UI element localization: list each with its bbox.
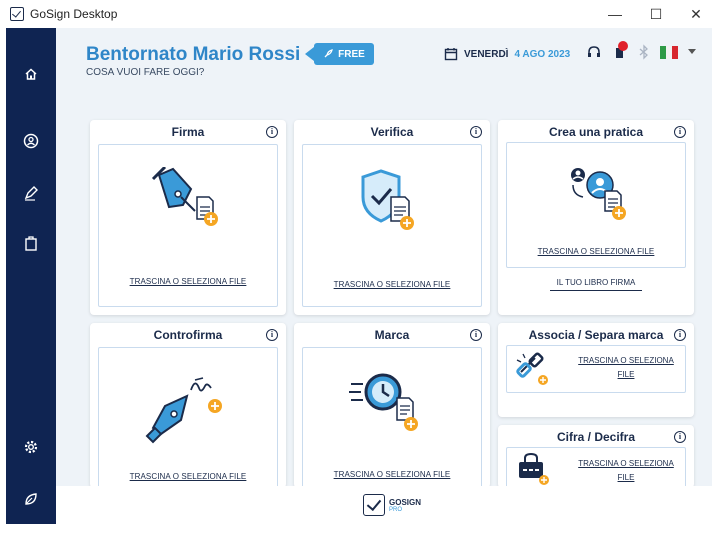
card-cifra-decifra: Cifra / Decifra i TRASCINA O SELEZIONA F…	[498, 425, 694, 488]
drop-zone-firma[interactable]: TRASCINA O SELEZIONA FILE	[98, 144, 278, 307]
home-icon[interactable]	[19, 62, 43, 86]
select-file-link[interactable]: TRASCINA O SELEZIONA FILE	[507, 247, 685, 256]
date-value: 4 AGO 2023	[514, 48, 571, 60]
countersign-pen-icon	[145, 377, 222, 444]
practice-users-icon	[571, 168, 626, 220]
card-firma: Firma i TRASCINA O SELEZIONA FILE	[90, 120, 286, 315]
bluetooth-icon[interactable]	[638, 44, 650, 60]
notifications-icon[interactable]	[612, 41, 628, 60]
info-icon[interactable]: i	[470, 329, 482, 341]
chevron-down-icon[interactable]	[688, 49, 696, 55]
drop-zone-verifica[interactable]: TRASCINA O SELEZIONA FILE	[302, 144, 482, 307]
timestamp-clock-icon	[349, 373, 418, 431]
card-title: Controfirma	[153, 328, 223, 342]
card-marca: Marca i TRASCINA O SELEZIONA FILE	[294, 323, 490, 488]
app-window: GoSign Desktop — ☐ ✕ Bentornato Mario Ro…	[0, 0, 720, 533]
maximize-button[interactable]: ☐	[641, 4, 671, 24]
rocket-icon	[324, 49, 334, 58]
info-icon[interactable]: i	[470, 126, 482, 138]
card-verifica: Verifica i TRASCINA O SELEZIONA FILE	[294, 120, 490, 315]
select-file-link-line1[interactable]: TRASCINA O SELEZIONA	[571, 457, 681, 471]
window-title: GoSign Desktop	[30, 7, 118, 21]
bag-icon[interactable]	[19, 231, 43, 255]
drop-zone-associa[interactable]: TRASCINA O SELEZIONA FILE	[506, 345, 686, 393]
info-icon[interactable]: i	[674, 329, 686, 341]
shield-check-icon	[361, 169, 414, 230]
date-display: VENERDÌ 4 AGO 2023	[444, 47, 570, 61]
footer-bar: GOSIGN PRO	[56, 486, 712, 524]
top-toolbar	[586, 41, 696, 60]
drop-zone-cifra[interactable]: TRASCINA O SELEZIONA FILE	[506, 447, 686, 488]
minimize-button[interactable]: —	[600, 4, 630, 24]
leaf-icon[interactable]	[19, 487, 43, 511]
card-title: Cifra / Decifra	[556, 430, 636, 444]
drop-zone-marca[interactable]: TRASCINA O SELEZIONA FILE	[302, 347, 482, 488]
sidebar	[6, 28, 56, 524]
encrypt-lock-icon	[519, 452, 549, 485]
info-icon[interactable]: i	[266, 126, 278, 138]
select-file-link[interactable]: TRASCINA O SELEZIONA FILE	[303, 280, 481, 289]
app-logo-icon	[10, 7, 24, 21]
greeting-subtitle: COSA VUOI FARE OGGI?	[86, 67, 205, 78]
drop-zone-controfirma[interactable]: TRASCINA O SELEZIONA FILE	[98, 347, 278, 488]
greeting-title: Bentornato Mario Rossi	[86, 44, 301, 65]
drop-zone-crea-pratica[interactable]: TRASCINA O SELEZIONA FILE	[506, 142, 686, 268]
settings-gear-icon[interactable]	[19, 435, 43, 459]
date-day: VENERDÌ	[464, 48, 509, 60]
info-icon[interactable]: i	[674, 126, 686, 138]
card-title: Marca	[374, 328, 410, 342]
card-title: Firma	[171, 125, 205, 139]
close-button[interactable]: ✕	[681, 4, 711, 24]
italian-flag-icon[interactable]	[660, 45, 678, 59]
card-title: Crea una pratica	[548, 125, 644, 139]
libro-firma-link[interactable]: IL TUO LIBRO FIRMA	[550, 278, 642, 291]
fountain-pen-icon	[151, 167, 218, 226]
select-file-link-line2[interactable]: FILE	[571, 368, 681, 382]
info-icon[interactable]: i	[674, 431, 686, 443]
select-file-link-line1[interactable]: TRASCINA O SELEZIONA	[571, 354, 681, 368]
user-icon[interactable]	[19, 129, 43, 153]
select-file-link[interactable]: TRASCINA O SELEZIONA FILE	[99, 277, 277, 286]
logo-sub: PRO	[389, 506, 403, 513]
card-controfirma: Controfirma i TRASCINA O SELEZIONA FILE	[90, 323, 286, 488]
plan-badge-label: FREE	[338, 48, 365, 60]
gosign-logo-icon	[363, 494, 385, 516]
select-file-link-line2[interactable]: FILE	[571, 471, 681, 485]
card-associa-separa: Associa / Separa marca i TRASCINA O SELE…	[498, 323, 694, 417]
card-crea-pratica: Crea una pratica i TRASCINA O SELEZIONA	[498, 120, 694, 315]
gosign-pro-logo: GOSIGN PRO	[363, 494, 421, 516]
info-icon[interactable]: i	[266, 329, 278, 341]
card-title: Associa / Separa marca	[528, 328, 664, 342]
main-area: Bentornato Mario Rossi COSA VUOI FARE OG…	[56, 28, 712, 524]
calendar-icon	[444, 48, 458, 61]
title-bar: GoSign Desktop — ☐ ✕	[0, 0, 720, 28]
card-title: Verifica	[370, 125, 414, 139]
select-file-link[interactable]: TRASCINA O SELEZIONA FILE	[99, 472, 277, 481]
logo-name: GOSIGN	[389, 497, 422, 507]
sign-pen-icon[interactable]	[19, 181, 43, 205]
notification-dot	[618, 41, 628, 51]
plan-badge[interactable]: FREE	[305, 43, 374, 65]
headset-icon[interactable]	[586, 44, 602, 60]
select-file-link[interactable]: TRASCINA O SELEZIONA FILE	[303, 470, 481, 479]
link-chain-icon	[516, 352, 548, 385]
